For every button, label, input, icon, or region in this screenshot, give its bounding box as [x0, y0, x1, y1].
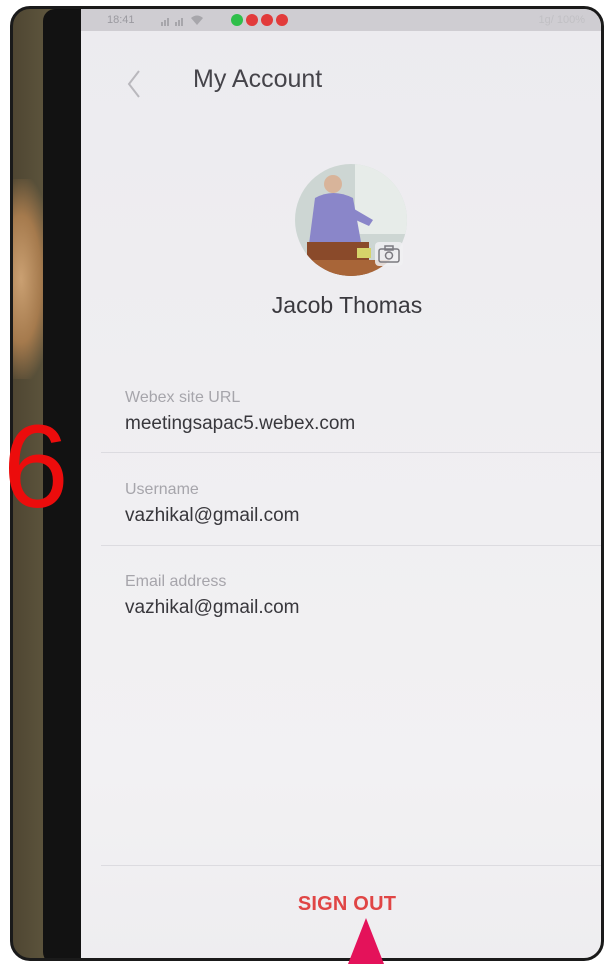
phone-body: 18:41 1g/ 100% My Account Jacob Thomas W… — [43, 9, 601, 958]
divider — [101, 545, 601, 546]
signal-icon — [161, 9, 219, 31]
status-battery: 1g/ 100% — [538, 14, 585, 26]
field-site-url[interactable]: Webex site URL meetingsapac5.webex.com — [81, 389, 601, 481]
photo-of-phone: 18:41 1g/ 100% My Account Jacob Thomas W… — [10, 6, 604, 961]
status-bar: 18:41 1g/ 100% — [81, 9, 601, 31]
notification-dot-icon — [261, 14, 273, 26]
phone-screen: 18:41 1g/ 100% My Account Jacob Thomas W… — [81, 9, 601, 958]
avatar-container[interactable] — [295, 164, 407, 276]
notification-icons — [231, 14, 288, 26]
field-label: Webex site URL — [125, 389, 241, 406]
divider — [101, 865, 601, 866]
chevron-left-icon — [127, 70, 140, 98]
field-username[interactable]: Username vazhikal@gmail.com — [81, 481, 601, 573]
status-time: 18:41 — [107, 14, 135, 26]
page-title: My Account — [193, 65, 323, 93]
field-email[interactable]: Email address vazhikal@gmail.com — [81, 573, 601, 665]
field-label: Username — [125, 481, 199, 498]
step-number-annotation: 6 — [3, 401, 69, 533]
user-name: Jacob Thomas — [271, 292, 423, 318]
divider — [101, 452, 601, 453]
field-value: vazhikal@gmail.com — [125, 597, 300, 618]
notification-dot-icon — [231, 14, 243, 26]
sign-out-button[interactable]: SIGN OUT — [81, 893, 601, 916]
field-value: vazhikal@gmail.com — [125, 505, 300, 526]
notification-dot-icon — [246, 14, 258, 26]
field-label: Email address — [125, 573, 227, 590]
photo-frame: 18:41 1g/ 100% My Account Jacob Thomas W… — [0, 0, 614, 969]
pointer-arrow-icon — [348, 918, 384, 964]
field-value: meetingsapac5.webex.com — [125, 413, 356, 434]
notification-dot-icon — [276, 14, 288, 26]
camera-icon[interactable] — [375, 242, 403, 266]
back-button[interactable] — [119, 64, 149, 104]
